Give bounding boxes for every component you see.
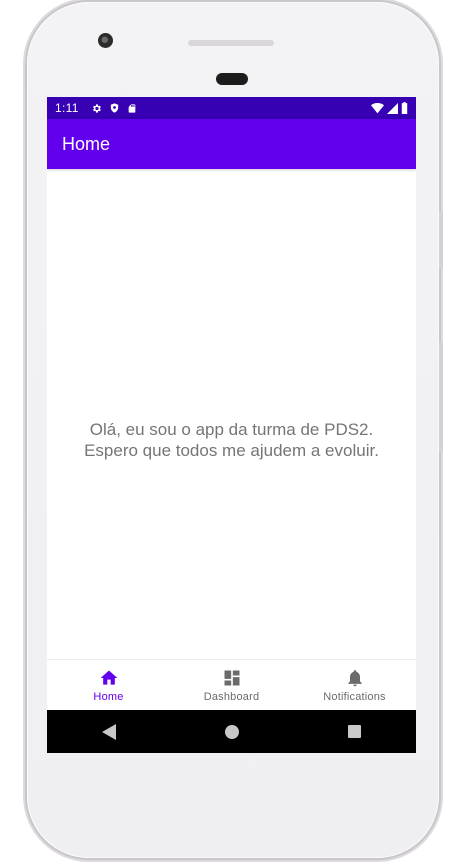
nav-item-home[interactable]: Home [47,660,170,711]
screen: 1:11 Home Olá, eu sou o app da turma de … [47,97,416,753]
status-icons-left [91,102,137,114]
proximity-sensor [216,73,248,85]
dashboard-icon [224,670,239,686]
home-circle-icon [224,724,239,739]
system-recents-button[interactable] [340,717,370,747]
recents-icon [348,725,361,738]
nav-item-dashboard[interactable]: Dashboard [170,660,293,711]
back-icon [101,723,116,740]
system-back-button[interactable] [94,717,124,747]
system-home-button[interactable] [217,717,247,747]
wifi-icon [371,102,384,113]
cell-signal-icon [387,102,398,114]
nav-label-notifications: Notifications [323,691,386,703]
front-camera [98,33,113,48]
nav-label-home: Home [93,691,124,703]
home-icon [100,670,117,685]
home-content: Olá, eu sou o app da turma de PDS2. Espe… [47,169,416,659]
app-bar: Home [47,119,416,169]
bell-icon [347,670,362,687]
status-time: 1:11 [55,101,79,115]
status-icons-right [371,102,408,114]
bottom-navigation: Home Dashboard Notifications [47,659,416,711]
nav-label-dashboard: Dashboard [203,691,260,703]
shield-icon [110,103,118,113]
welcome-message: Olá, eu sou o app da turma de PDS2. Espe… [84,420,379,460]
system-navigation-bar [47,710,416,753]
settings-icon [92,103,101,113]
volume-button [439,210,443,270]
nav-item-notifications[interactable]: Notifications [293,660,416,711]
sd-card-icon [128,103,136,113]
app-title: Home [62,133,111,154]
battery-icon [401,102,408,114]
status-bar: 1:11 [47,97,416,119]
power-button [439,342,443,452]
earpiece-speaker [188,40,274,46]
